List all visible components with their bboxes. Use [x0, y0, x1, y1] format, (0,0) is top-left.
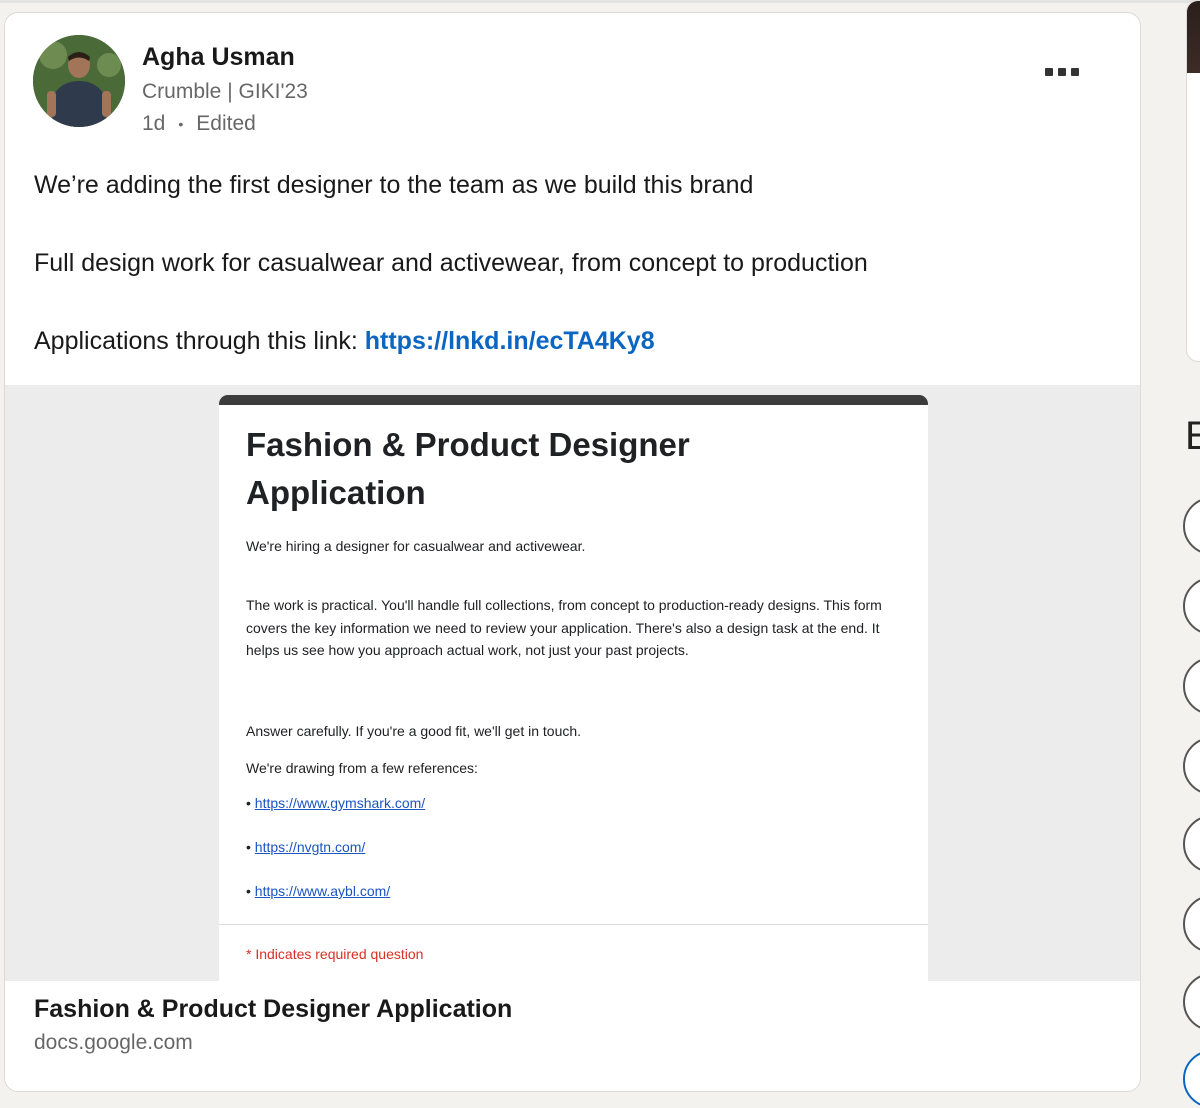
post-paragraph-text: Applications through this link:: [34, 327, 358, 355]
separator-dot: •: [178, 116, 184, 132]
rail-avatar[interactable]: [1183, 737, 1200, 795]
rail-avatar[interactable]: [1183, 815, 1200, 873]
rail-avatar[interactable]: [1183, 1050, 1200, 1108]
author-name[interactable]: Agha Usman: [142, 43, 295, 72]
required-note: * Indicates required question: [246, 946, 424, 962]
post-paragraph-link: Applications through this link: https://…: [34, 327, 655, 356]
rail-heading: E: [1185, 414, 1200, 458]
author-avatar[interactable]: [33, 35, 125, 127]
form-note: Answer carefully. If you're a good fit, …: [246, 723, 582, 739]
reference-link[interactable]: https://www.gymshark.com/: [255, 795, 425, 811]
post-paragraph: Full design work for casualwear and acti…: [34, 249, 868, 277]
form-intro: We're hiring a designer for casualwear a…: [246, 538, 586, 554]
reference-item: • https://nvgtn.com/: [246, 839, 366, 855]
feed-post: Agha Usman Crumble | GIKI'23 1d • Edited…: [4, 12, 1141, 1092]
form-title: Fashion & Product Designer Application: [246, 426, 690, 511]
link-card-title[interactable]: Fashion & Product Designer Application: [34, 995, 512, 1024]
more-options-button[interactable]: [1036, 57, 1088, 87]
rail-avatar[interactable]: [1183, 497, 1200, 555]
right-rail-card: [1186, 0, 1200, 362]
form-divider: [219, 924, 928, 925]
post-paragraph: We’re adding the first designer to the t…: [34, 171, 754, 199]
more-dot-icon: [1058, 68, 1066, 76]
reference-item: • https://www.aybl.com/: [246, 883, 391, 899]
reference-link[interactable]: https://www.aybl.com/: [255, 883, 390, 899]
top-divider: [0, 0, 1200, 3]
rail-avatar[interactable]: [1183, 657, 1200, 715]
form-body: The work is practical. You'll handle ful…: [246, 597, 882, 658]
edited-label: Edited: [196, 112, 256, 135]
link-card-domain: docs.google.com: [34, 1031, 193, 1054]
author-headline: Crumble | GIKI'23: [142, 80, 308, 103]
form-preview-card: Fashion & Product Designer Application W…: [219, 395, 928, 981]
post-meta: 1d • Edited: [142, 112, 256, 136]
reference-link[interactable]: https://nvgtn.com/: [255, 839, 366, 855]
rail-avatar[interactable]: [1183, 973, 1200, 1031]
link-preview-image[interactable]: Fashion & Product Designer Application W…: [5, 385, 1140, 981]
rail-avatar[interactable]: [1183, 577, 1200, 635]
more-dot-icon: [1071, 68, 1079, 76]
form-refs-label: We're drawing from a few references:: [246, 760, 478, 776]
post-time: 1d: [142, 112, 166, 135]
rail-cover-image: [1187, 1, 1200, 73]
more-dot-icon: [1045, 68, 1053, 76]
rail-avatar[interactable]: [1183, 895, 1200, 953]
application-link[interactable]: https://lnkd.in/ecTA4Ky8: [365, 327, 655, 355]
reference-item: • https://www.gymshark.com/: [246, 795, 426, 811]
